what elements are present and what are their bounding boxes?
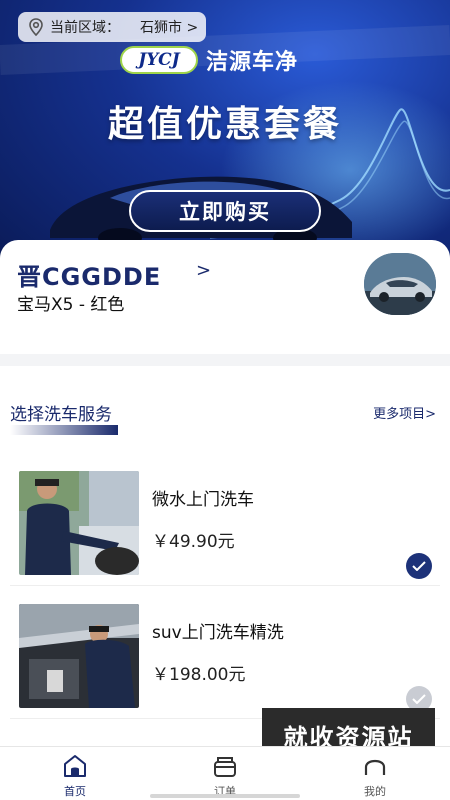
tab-profile-label: 我的 <box>364 785 386 798</box>
services-title: 选择洗车服务 <box>10 405 112 425</box>
license-plate: 晋CGGDDE <box>17 263 162 291</box>
service-name: 微水上门洗车 <box>152 490 254 510</box>
more-services-link[interactable]: 更多项目> <box>373 403 436 422</box>
service-price: ￥198.00元 <box>152 665 246 685</box>
order-icon <box>214 757 236 777</box>
tab-home[interactable]: 首页 <box>35 753 115 799</box>
bottom-tab-bar: 首页 订单 我的 <box>0 746 450 800</box>
logo-name: 洁源车净 <box>206 50 299 75</box>
service-item[interactable]: 微水上门洗车 ￥49.90元 <box>0 471 450 591</box>
service-name: suv上门洗车精洗 <box>152 623 284 643</box>
service-photo <box>19 471 139 575</box>
region-selector[interactable]: 当前区域： 石狮市 > <box>18 12 206 42</box>
home-icon <box>64 755 86 777</box>
region-label: 当前区域： <box>50 20 120 36</box>
home-indicator <box>150 794 300 798</box>
logo-mark: JYCJ <box>120 46 198 74</box>
service-photo <box>19 604 139 708</box>
app-screen: 当前区域： 石狮市 > JYCJ 洁源车净 超值优惠套餐 立即购买 晋CGGDD… <box>0 0 450 800</box>
tab-orders[interactable]: 订单 <box>185 753 265 799</box>
item-divider <box>10 585 440 586</box>
buy-now-button[interactable]: 立即购买 <box>129 190 321 232</box>
tab-home-label: 首页 <box>64 785 86 798</box>
promo-banner[interactable]: 当前区域： 石狮市 > JYCJ 洁源车净 超值优惠套餐 立即购买 <box>0 0 450 272</box>
vehicle-thumbnail <box>364 253 436 315</box>
region-value[interactable]: 石狮市 > <box>140 17 198 37</box>
tab-profile[interactable]: 我的 <box>335 753 415 799</box>
banner-headline: 超值优惠套餐 <box>107 104 342 145</box>
title-underline <box>10 425 118 435</box>
profile-icon <box>364 759 386 775</box>
brand-logo: JYCJ 洁源车净 <box>120 44 298 76</box>
vehicle-chevron-icon[interactable]: > <box>196 260 211 281</box>
vehicle-model: 宝马X5 - 红色 <box>17 295 125 315</box>
location-pin-icon <box>29 18 43 37</box>
wash-services-section: 选择洗车服务 更多项目> 微水上门洗车 ￥49.90元 suv上门洗车精洗 ￥1… <box>0 366 450 746</box>
selected-check-icon[interactable] <box>406 553 432 579</box>
service-item[interactable]: suv上门洗车精洗 ￥198.00元 <box>0 604 450 724</box>
service-price: ￥49.90元 <box>152 532 235 552</box>
